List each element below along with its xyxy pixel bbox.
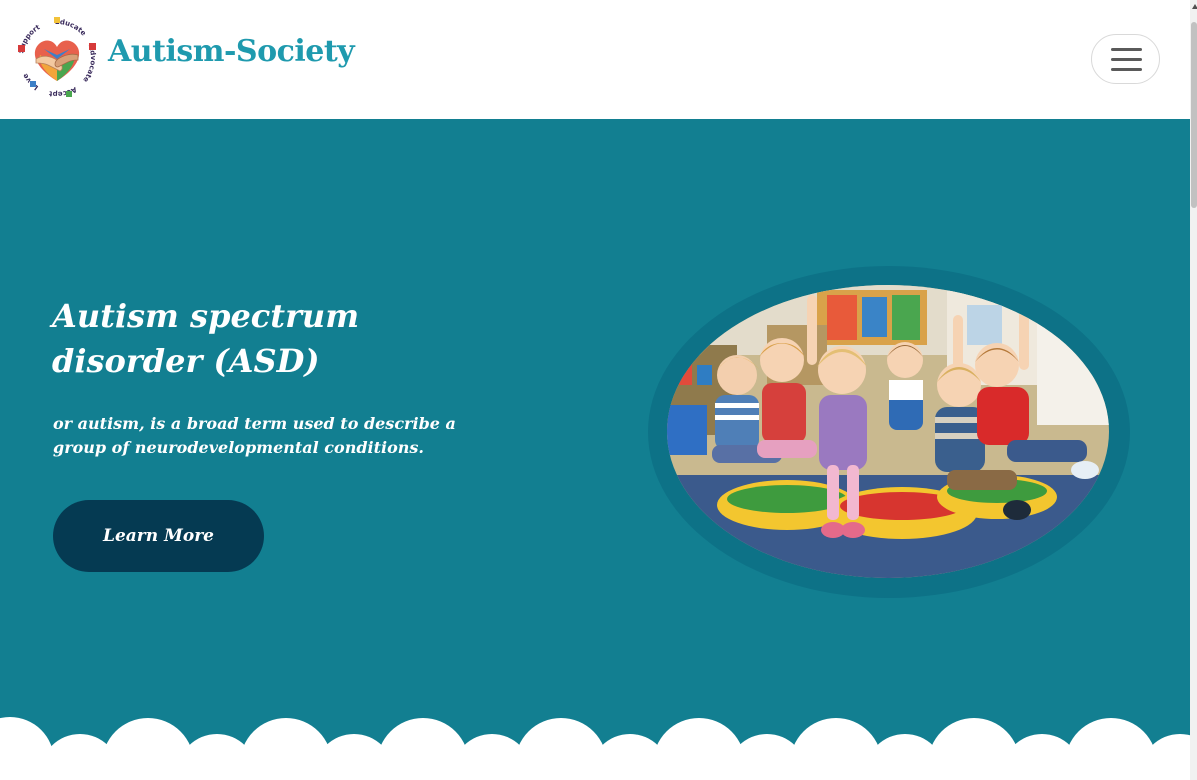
menu-toggle-button[interactable] xyxy=(1091,34,1160,84)
learn-more-button[interactable]: Learn More xyxy=(53,500,264,572)
site-logo[interactable]: Support Educate Advocate Accept Love xyxy=(14,15,100,101)
hero-section: Autism spectrum disorder (ASD) or autism… xyxy=(0,119,1190,780)
hero-subtitle: or autism, is a broad term used to descr… xyxy=(53,414,456,457)
svg-text:Accept: Accept xyxy=(48,85,78,98)
brand-name[interactable]: Autism-Society xyxy=(108,34,355,69)
logo-word-3: Accept xyxy=(48,85,78,98)
classroom-children-illustration xyxy=(667,285,1109,578)
scrollbar-thumb[interactable] xyxy=(1191,22,1197,208)
hero-image xyxy=(667,285,1109,578)
hero-title: Autism spectrum disorder (ASD) xyxy=(52,297,360,380)
site-header: Support Educate Advocate Accept Love Au xyxy=(0,0,1190,119)
cloud-divider xyxy=(0,717,1190,780)
hamburger-icon xyxy=(1111,48,1142,51)
scroll-up-arrow-icon[interactable] xyxy=(1192,4,1197,9)
